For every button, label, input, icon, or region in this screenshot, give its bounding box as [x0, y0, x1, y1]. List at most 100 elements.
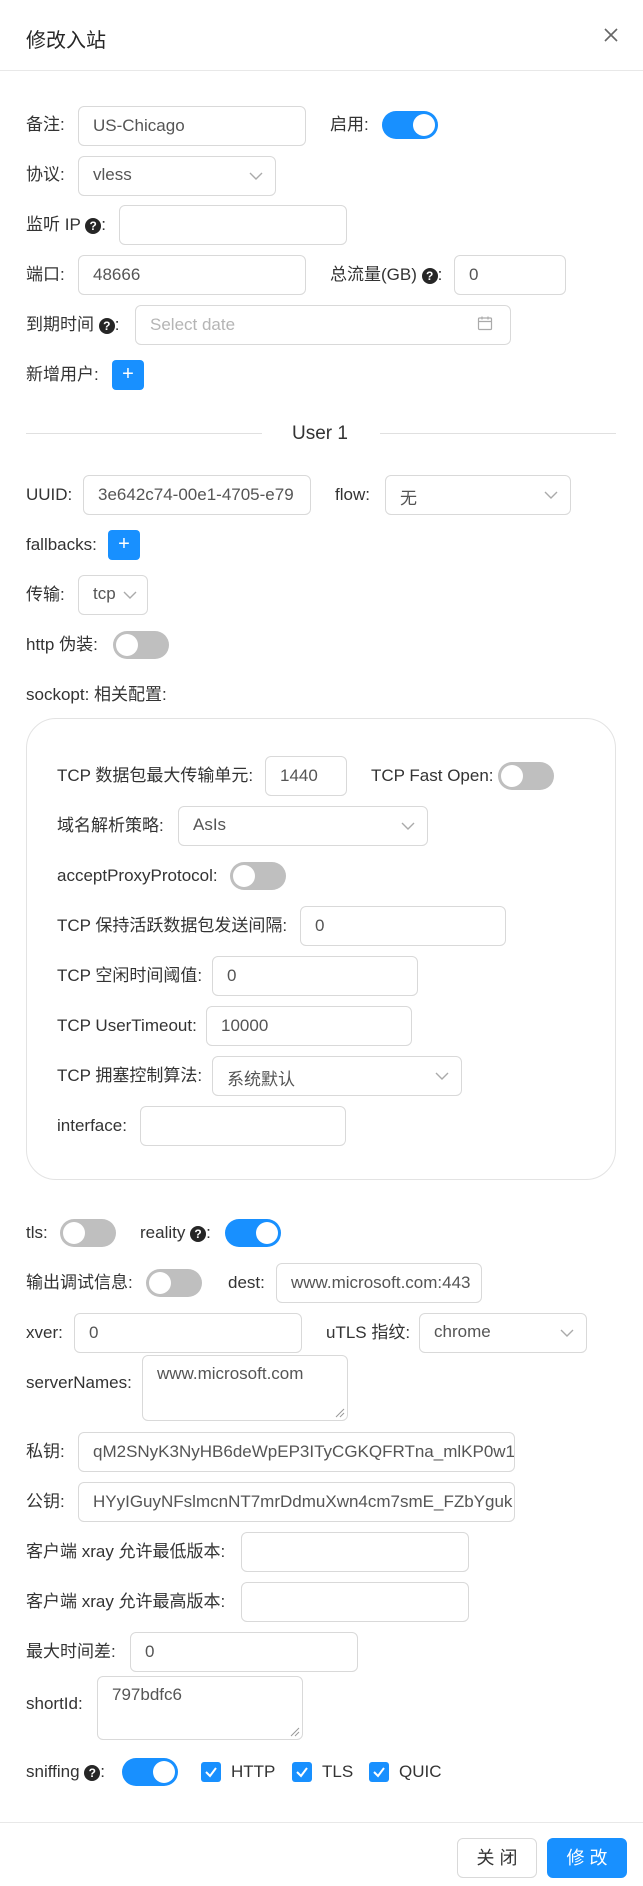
chevron-down-icon [123, 591, 137, 599]
chevron-down-icon [560, 1329, 574, 1337]
http-camouflage-label: http 伪装: [26, 635, 98, 654]
reality-label: reality ?: [140, 1223, 211, 1242]
add-user-button[interactable]: + [112, 360, 144, 390]
idle-threshold-label: TCP 空闲时间阈值: [57, 966, 203, 985]
tcp-fast-open-toggle[interactable] [498, 762, 554, 790]
interface-label: interface: [57, 1116, 127, 1135]
check-icon [205, 1767, 217, 1778]
port-input[interactable]: 48666 [78, 255, 306, 295]
close-icon[interactable] [600, 24, 622, 46]
sniff-tls-checkbox[interactable] [292, 1762, 312, 1782]
listen-ip-label: 监听 IP ?: [26, 215, 106, 234]
dns-strategy-select[interactable]: AsIs [178, 806, 428, 846]
uuid-input[interactable]: 3e642c74-00e1-4705-e79 [83, 475, 311, 515]
http-camouflage-toggle[interactable] [113, 631, 169, 659]
max-time-diff-input[interactable]: 0 [130, 1632, 358, 1672]
sniff-tls-label: TLS [322, 1762, 354, 1781]
server-names-value: www.microsoft.com [157, 1364, 304, 1383]
xver-input[interactable]: 0 [74, 1313, 302, 1353]
remark-label: 备注: [26, 115, 65, 134]
accept-proxy-protocol-label: acceptProxyProtocol: [57, 866, 218, 885]
check-icon [296, 1767, 308, 1778]
chevron-down-icon [544, 491, 558, 499]
footer-divider [0, 1822, 643, 1823]
sniff-http-label: HTTP [231, 1762, 276, 1781]
sniff-quic-checkbox[interactable] [369, 1762, 389, 1782]
chevron-down-icon [401, 822, 415, 830]
uuid-label: UUID: [26, 485, 73, 504]
max-client-ver-label: 客户端 xray 允许最高版本: [26, 1592, 226, 1611]
expire-label: 到期时间 ?: [26, 315, 120, 334]
calendar-icon [477, 316, 493, 331]
accept-proxy-protocol-toggle[interactable] [230, 862, 286, 890]
server-names-textarea[interactable]: www.microsoft.com [142, 1355, 348, 1421]
debug-label: 输出调试信息: [26, 1273, 133, 1292]
divider-right [380, 433, 616, 434]
sniff-quic-label: QUIC [399, 1762, 442, 1781]
resize-handle-icon[interactable] [290, 1727, 300, 1737]
close-button[interactable]: 关 闭 [457, 1838, 537, 1878]
help-icon: ? [421, 267, 438, 284]
help-icon: ? [84, 1764, 101, 1781]
edit-inbound-dialog: 修改入站 备注: US-Chicago 启用: 协议: vless 监听 IP … [0, 0, 643, 1886]
private-key-input[interactable]: qM2SNyK3NyHB6deWpEP3ITyCGKQFRTna_mlKP0w1… [78, 1432, 515, 1472]
tls-toggle[interactable] [60, 1219, 116, 1247]
add-fallback-button[interactable]: + [108, 530, 140, 560]
help-icon: ? [190, 1225, 207, 1242]
add-user-label: 新增用户: [26, 365, 99, 384]
min-client-ver-label: 客户端 xray 允许最低版本: [26, 1542, 226, 1561]
short-id-label: shortId: [26, 1694, 83, 1713]
help-icon: ? [98, 317, 115, 334]
dest-input[interactable]: www.microsoft.com:443 [276, 1263, 482, 1303]
sniff-http-checkbox[interactable] [201, 1762, 221, 1782]
divider-left [26, 433, 262, 434]
submit-button[interactable]: 修 改 [547, 1838, 627, 1878]
public-key-input[interactable]: HYyIGuyNFslmcnNT7mrDdmuXwn4cm7smE_FZbYgu… [78, 1482, 515, 1522]
remark-input[interactable]: US-Chicago [78, 106, 306, 146]
user-timeout-label: TCP UserTimeout: [57, 1016, 197, 1035]
dest-label: dest: [228, 1273, 265, 1292]
protocol-value: vless [93, 165, 132, 184]
short-id-value: 797bdfc6 [112, 1685, 182, 1704]
utls-select[interactable]: chrome [419, 1313, 587, 1353]
flow-label: flow: [335, 485, 370, 504]
chevron-down-icon [249, 172, 263, 180]
port-label: 端口: [26, 265, 65, 284]
utls-value: chrome [434, 1322, 491, 1341]
enable-toggle[interactable] [382, 111, 438, 139]
min-client-ver-input[interactable] [241, 1532, 469, 1572]
protocol-select[interactable]: vless [78, 156, 276, 196]
public-key-label: 公钥: [26, 1492, 65, 1511]
xver-label: xver: [26, 1323, 63, 1342]
tcp-fast-open-label: TCP Fast Open: [371, 766, 494, 785]
sniffing-label: sniffing ?: [26, 1762, 106, 1781]
resize-handle-icon[interactable] [335, 1408, 345, 1418]
transport-select[interactable]: tcp [78, 575, 148, 615]
keepalive-input[interactable]: 0 [300, 906, 506, 946]
transport-label: 传输: [26, 585, 65, 604]
dns-strategy-label: 域名解析策略: [57, 816, 164, 835]
dialog-title: 修改入站 [26, 30, 106, 52]
reality-toggle[interactable] [225, 1219, 281, 1247]
expire-date-picker[interactable]: Select date [135, 305, 511, 345]
check-icon [373, 1767, 385, 1778]
max-time-diff-label: 最大时间差: [26, 1642, 116, 1661]
listen-ip-input[interactable] [119, 205, 347, 245]
flow-select[interactable]: 无 [385, 475, 571, 515]
total-traffic-label: 总流量(GB) ?: [330, 265, 443, 284]
user-section-title: User 1 [292, 423, 348, 444]
user-timeout-input[interactable]: 10000 [206, 1006, 412, 1046]
idle-threshold-input[interactable]: 0 [212, 956, 418, 996]
interface-input[interactable] [140, 1106, 346, 1146]
private-key-label: 私钥: [26, 1442, 65, 1461]
short-id-textarea[interactable]: 797bdfc6 [97, 1676, 303, 1740]
chevron-down-icon [435, 1072, 449, 1080]
debug-toggle[interactable] [146, 1269, 202, 1297]
mtu-input[interactable]: 1440 [265, 756, 347, 796]
congestion-select[interactable]: 系统默认 [212, 1056, 462, 1096]
help-icon: ? [85, 217, 102, 234]
max-client-ver-input[interactable] [241, 1582, 469, 1622]
sniffing-toggle[interactable] [122, 1758, 178, 1786]
total-traffic-input[interactable]: 0 [454, 255, 566, 295]
congestion-label: TCP 拥塞控制算法: [57, 1066, 203, 1085]
